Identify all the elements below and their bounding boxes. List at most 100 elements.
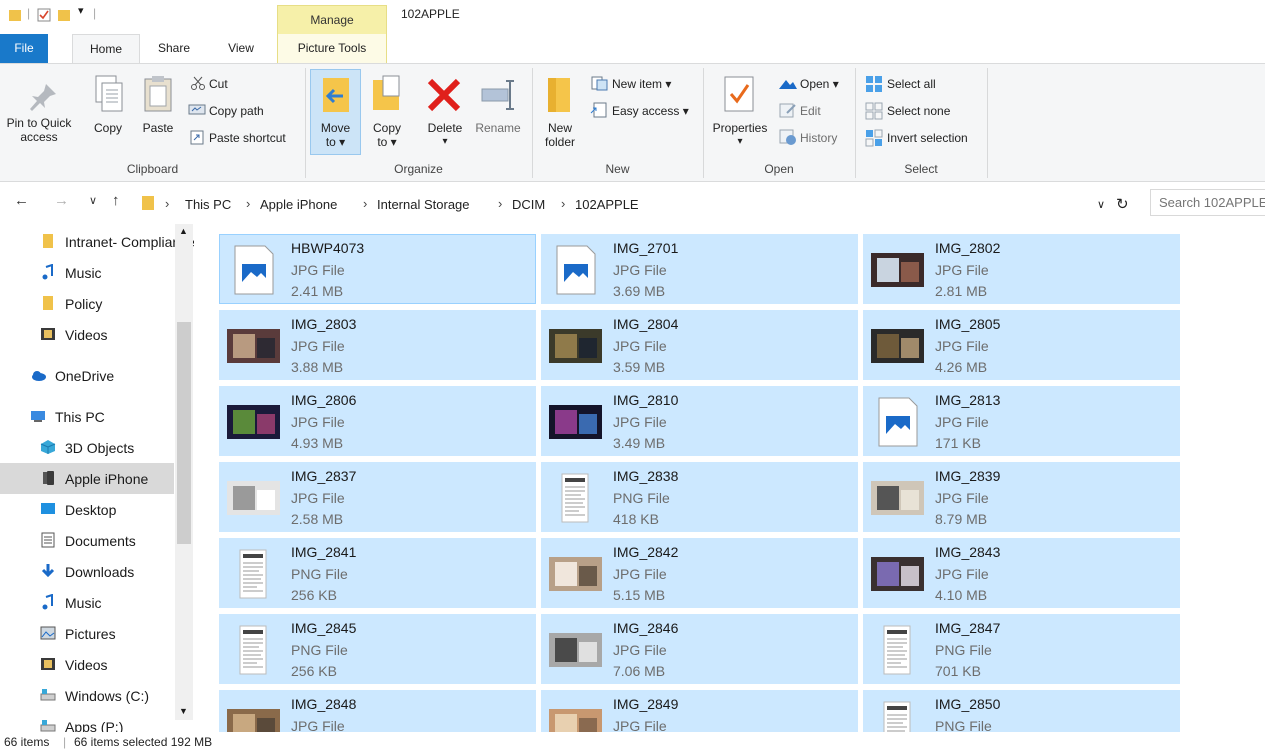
file-tile[interactable]: IMG_2839 JPG File 8.79 MB bbox=[863, 462, 1180, 532]
tab-picture-tools[interactable]: Picture Tools bbox=[277, 34, 387, 63]
scroll-down-icon[interactable]: ▼ bbox=[179, 706, 188, 716]
new-folder-icon[interactable] bbox=[57, 8, 71, 22]
edit-button[interactable]: Edit bbox=[800, 104, 821, 118]
file-tile[interactable]: IMG_2805 JPG File 4.26 MB bbox=[863, 310, 1180, 380]
file-tile[interactable]: IMG_2846 JPG File 7.06 MB bbox=[541, 614, 858, 684]
invert-selection-button[interactable]: Invert selection bbox=[887, 131, 968, 145]
file-tile[interactable]: IMG_2838 PNG File 418 KB bbox=[541, 462, 858, 532]
breadcrumb-chevron-icon[interactable]: › bbox=[165, 196, 169, 211]
file-size: 418 KB bbox=[613, 511, 659, 527]
file-tile[interactable]: IMG_2810 JPG File 3.49 MB bbox=[541, 386, 858, 456]
breadcrumb-this-pc[interactable]: This PC bbox=[185, 197, 231, 212]
file-tile[interactable]: IMG_2847 PNG File 701 KB bbox=[863, 614, 1180, 684]
file-tile[interactable]: IMG_2843 JPG File 4.10 MB bbox=[863, 538, 1180, 608]
breadcrumb-chevron-icon[interactable]: › bbox=[561, 196, 565, 211]
breadcrumb-apple-iphone[interactable]: Apple iPhone bbox=[260, 197, 337, 212]
scroll-up-icon[interactable]: ▲ bbox=[179, 226, 188, 236]
nav-item[interactable]: Apps (P:) bbox=[0, 711, 174, 732]
properties-dropdown-icon[interactable]: ▾ bbox=[706, 135, 774, 149]
file-tile[interactable]: IMG_2850 PNG File bbox=[863, 690, 1180, 732]
tab-manage[interactable]: Manage bbox=[277, 5, 387, 34]
file-tile[interactable]: IMG_2848 JPG File bbox=[219, 690, 536, 732]
nav-item[interactable]: Downloads bbox=[0, 556, 174, 587]
up-arrow-icon[interactable]: ↑ bbox=[112, 192, 120, 209]
recent-locations-chevron-icon[interactable]: ∨ bbox=[89, 194, 97, 207]
file-size: 2.81 MB bbox=[935, 283, 988, 299]
breadcrumb-dcim[interactable]: DCIM bbox=[512, 197, 545, 212]
nav-item[interactable]: Pictures bbox=[0, 618, 174, 649]
move-to-button[interactable]: Move to ▾ bbox=[310, 69, 361, 155]
nav-item[interactable]: Videos bbox=[0, 649, 174, 680]
file-tile[interactable]: IMG_2803 JPG File 3.88 MB bbox=[219, 310, 536, 380]
tab-file[interactable]: File bbox=[0, 34, 48, 63]
easy-access-button[interactable]: Easy access ▾ bbox=[612, 104, 689, 118]
forward-arrow-icon[interactable]: → bbox=[54, 192, 69, 209]
breadcrumb-chevron-icon[interactable]: › bbox=[246, 196, 250, 211]
nav-item-label: Desktop bbox=[65, 502, 117, 518]
rename-button[interactable]: Rename bbox=[470, 121, 526, 135]
nav-item[interactable]: Policy bbox=[0, 288, 174, 319]
file-size: 3.69 MB bbox=[613, 283, 666, 299]
delete-dropdown-icon[interactable]: ▾ bbox=[420, 135, 470, 149]
open-button[interactable]: Open ▾ bbox=[800, 77, 839, 91]
nav-item[interactable]: 3D Objects bbox=[0, 432, 174, 463]
tab-view[interactable]: View bbox=[213, 34, 269, 63]
folder-icon bbox=[142, 196, 154, 210]
nav-item[interactable]: Videos bbox=[0, 319, 174, 350]
refresh-icon[interactable]: ↻ bbox=[1116, 195, 1129, 213]
file-tile[interactable]: IMG_2701 JPG File 3.69 MB bbox=[541, 234, 858, 304]
nav-item[interactable]: Music bbox=[0, 587, 174, 618]
nav-item[interactable]: Windows (C:) bbox=[0, 680, 174, 711]
file-tile[interactable]: IMG_2813 JPG File 171 KB bbox=[863, 386, 1180, 456]
copy-path-button[interactable]: Copy path bbox=[209, 104, 264, 118]
file-tile[interactable]: IMG_2845 PNG File 256 KB bbox=[219, 614, 536, 684]
properties-check-icon[interactable] bbox=[37, 8, 51, 22]
address-history-dropdown-icon[interactable]: ∨ bbox=[1097, 198, 1105, 211]
paste-button[interactable]: Paste bbox=[136, 121, 180, 135]
file-tile[interactable]: IMG_2837 JPG File 2.58 MB bbox=[219, 462, 536, 532]
new-folder-button[interactable]: New folder bbox=[536, 121, 584, 149]
breadcrumb-internal-storage[interactable]: Internal Storage bbox=[377, 197, 470, 212]
paste-shortcut-icon bbox=[190, 130, 204, 145]
breadcrumb-102apple[interactable]: 102APPLE bbox=[575, 197, 639, 212]
file-tile[interactable]: IMG_2841 PNG File 256 KB bbox=[219, 538, 536, 608]
file-tile[interactable]: IMG_2849 JPG File bbox=[541, 690, 858, 732]
file-tile[interactable]: IMG_2804 JPG File 3.59 MB bbox=[541, 310, 858, 380]
select-all-button[interactable]: Select all bbox=[887, 77, 936, 91]
paste-shortcut-button[interactable]: Paste shortcut bbox=[209, 131, 286, 145]
copy-to-button[interactable]: Copy to ▾ bbox=[365, 121, 409, 149]
history-button[interactable]: History bbox=[800, 131, 837, 145]
status-divider: | bbox=[63, 735, 67, 749]
nav-item[interactable]: This PC bbox=[0, 401, 174, 432]
file-tile[interactable]: HBWP4073 JPG File 2.41 MB bbox=[219, 234, 536, 304]
nav-item[interactable]: Documents bbox=[0, 525, 174, 556]
nav-item[interactable]: Desktop bbox=[0, 494, 174, 525]
qa-customize-icon[interactable]: ▾ bbox=[78, 4, 84, 17]
delete-button[interactable]: Delete ▾ bbox=[420, 121, 470, 149]
properties-button[interactable]: Properties ▾ bbox=[706, 121, 774, 149]
address-bar[interactable]: › This PC › Apple iPhone › Internal Stor… bbox=[137, 189, 1145, 216]
file-tile[interactable]: IMG_2806 JPG File 4.93 MB bbox=[219, 386, 536, 456]
nav-item[interactable]: Apple iPhone bbox=[0, 463, 174, 494]
new-item-button[interactable]: New item ▾ bbox=[612, 77, 671, 91]
file-tile[interactable]: IMG_2802 JPG File 2.81 MB bbox=[863, 234, 1180, 304]
group-label-clipboard: Clipboard bbox=[126, 162, 179, 176]
image-file-icon bbox=[556, 245, 596, 295]
pin-to-quick-access-button[interactable]: Pin to Quick access bbox=[3, 116, 75, 144]
nav-item[interactable]: Intranet- Compliance bbox=[0, 226, 194, 257]
tab-share[interactable]: Share bbox=[145, 34, 203, 63]
back-arrow-icon[interactable]: ← bbox=[14, 192, 29, 209]
nav-scrollbar[interactable]: ▲ ▼ bbox=[175, 224, 193, 720]
cut-button[interactable]: Cut bbox=[209, 77, 228, 91]
breadcrumb-chevron-icon[interactable]: › bbox=[498, 196, 502, 211]
photo-thumbnail-icon bbox=[227, 405, 280, 439]
tab-home[interactable]: Home bbox=[72, 34, 140, 63]
select-none-button[interactable]: Select none bbox=[887, 104, 950, 118]
nav-item[interactable]: Music bbox=[0, 257, 174, 288]
search-input[interactable] bbox=[1159, 195, 1265, 210]
copy-button[interactable]: Copy bbox=[86, 121, 130, 135]
breadcrumb-chevron-icon[interactable]: › bbox=[363, 196, 367, 211]
nav-scrollbar-thumb[interactable] bbox=[177, 322, 191, 544]
nav-item[interactable]: OneDrive bbox=[0, 360, 174, 391]
file-tile[interactable]: IMG_2842 JPG File 5.15 MB bbox=[541, 538, 858, 608]
